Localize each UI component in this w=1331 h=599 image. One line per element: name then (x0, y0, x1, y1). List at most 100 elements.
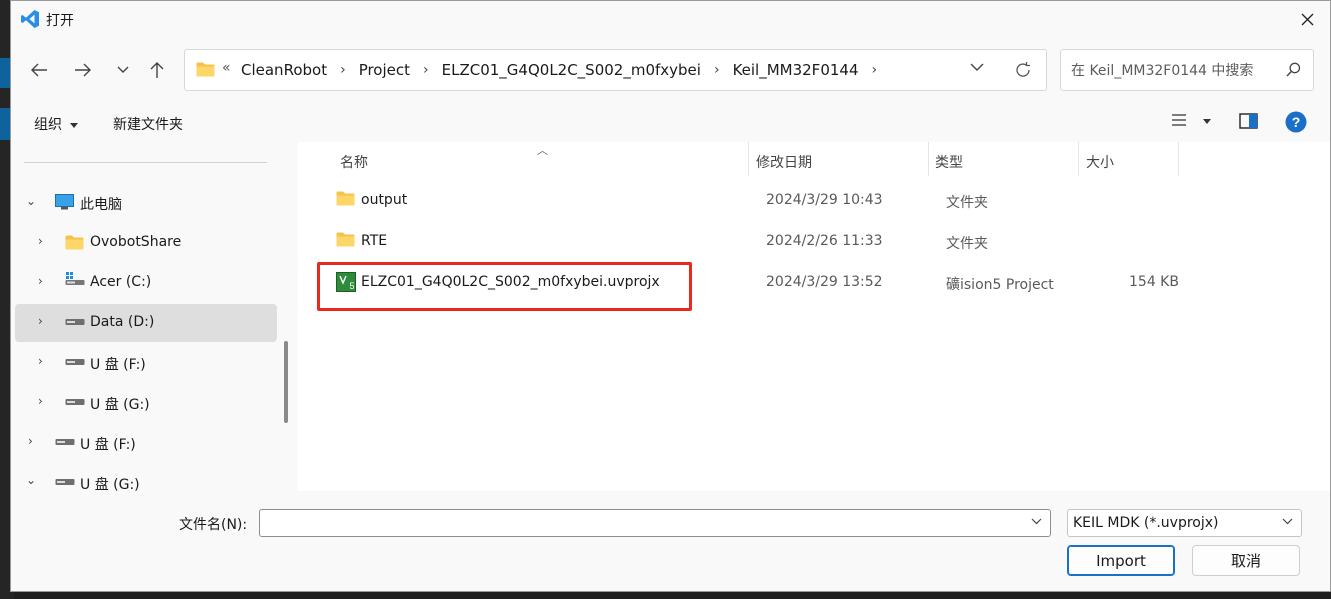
preview-pane-icon (1239, 113, 1258, 129)
breadcrumb-item[interactable]: CleanRobot (241, 61, 327, 79)
close-icon (1301, 13, 1313, 26)
svg-text:5: 5 (350, 281, 355, 291)
breadcrumb-chevron-icon[interactable]: › (872, 62, 878, 78)
file-type: 礦ision5 Project (946, 277, 1054, 293)
folder-icon (336, 191, 355, 206)
organize-menu[interactable]: 组织 (34, 114, 79, 134)
file-row-output[interactable]: output 2024/3/29 10:43 文件夹 (318, 182, 1188, 220)
file-name: RTE (361, 233, 388, 249)
usb-drive-icon (55, 479, 75, 485)
chevron-right-icon[interactable]: › (38, 274, 43, 288)
chevron-right-icon[interactable]: › (38, 314, 43, 328)
preview-pane-button[interactable] (1239, 113, 1258, 133)
file-name: ELZC01_G4Q0L2C_S002_m0fxybei.uvprojx (361, 274, 660, 290)
chevron-right-icon[interactable]: › (38, 394, 43, 408)
chevron-down-icon (117, 66, 129, 73)
chevron-down-icon[interactable] (1031, 518, 1042, 525)
file-type-filter[interactable]: KEIL MDK (*.uvprojx) (1067, 509, 1302, 537)
file-name: output (361, 192, 408, 208)
system-drive-icon (65, 272, 85, 285)
address-bar[interactable]: « CleanRobot › Project › ELZC01_G4Q0L2C_… (184, 49, 1047, 91)
nav-item-data-d[interactable]: › Data (D:) (15, 304, 277, 342)
usb-drive-icon (55, 439, 75, 445)
breadcrumb-item[interactable]: Keil_MM32F0144 (733, 61, 859, 79)
help-button[interactable]: ? (1285, 111, 1307, 137)
nav-label: U 盘 (G:) (80, 477, 140, 491)
nav-label: U 盘 (F:) (80, 437, 136, 453)
filename-input[interactable] (266, 514, 1020, 534)
chevron-down-icon (1282, 518, 1293, 525)
breadcrumb-chevron-icon[interactable]: › (340, 62, 346, 78)
arrow-up-icon (150, 62, 164, 78)
open-file-dialog: 打开 « CleanRobot › Project › ELZC01_G4Q0L… (10, 0, 1331, 592)
breadcrumb-chevron-icon[interactable]: › (714, 62, 720, 78)
filename-combobox[interactable] (259, 509, 1051, 537)
chevron-down-icon[interactable]: ⌄ (26, 473, 36, 487)
organize-label: 组织 (34, 117, 62, 133)
nav-label: Data (D:) (90, 314, 155, 330)
nav-item-root-usb-g[interactable]: ⌄ U 盘 (G:) (15, 464, 277, 491)
nav-label: OvobotShare (90, 234, 182, 250)
import-button[interactable]: Import (1067, 545, 1175, 576)
file-type: 文件夹 (946, 195, 988, 211)
cancel-button[interactable]: 取消 (1192, 545, 1300, 576)
nav-label: Acer (C:) (90, 274, 152, 290)
column-divider[interactable] (928, 142, 929, 176)
folder-icon (336, 232, 355, 247)
title-bar: 打开 (11, 1, 1330, 38)
search-box[interactable] (1060, 49, 1314, 91)
nav-scrollbar[interactable] (284, 341, 288, 423)
column-header-name[interactable]: 名称 (340, 152, 368, 172)
search-icon (1286, 62, 1301, 77)
chevron-down-icon[interactable]: ⌄ (26, 194, 36, 208)
column-header-size[interactable]: 大小 (1086, 152, 1114, 172)
nav-item-usb-g[interactable]: › U 盘 (G:) (15, 384, 277, 422)
drive-icon (65, 319, 85, 325)
view-options-button[interactable] (1171, 113, 1212, 131)
breadcrumb-item[interactable]: Project (359, 61, 410, 79)
nav-item-ovobotshare[interactable]: › OvobotShare (15, 224, 277, 262)
column-divider[interactable] (748, 142, 749, 176)
breadcrumb: CleanRobot › Project › ELZC01_G4Q0L2C_S0… (241, 61, 890, 79)
refresh-icon[interactable] (1014, 61, 1032, 79)
nav-item-acer-c[interactable]: › Acer (C:) (15, 264, 277, 302)
help-icon: ? (1285, 111, 1307, 133)
nav-item-this-pc[interactable]: ⌄ 此电脑 (15, 183, 277, 221)
nav-item-root-usb-f[interactable]: › U 盘 (F:) (15, 424, 277, 462)
file-row-rte[interactable]: RTE 2024/2/26 11:33 文件夹 (318, 223, 1188, 261)
up-button[interactable] (142, 55, 172, 85)
back-button[interactable] (24, 55, 54, 85)
new-folder-button[interactable]: 新建文件夹 (113, 114, 183, 134)
column-header-type[interactable]: 类型 (935, 152, 963, 172)
chevron-right-icon[interactable]: › (38, 234, 43, 248)
arrow-right-icon (75, 63, 91, 77)
breadcrumb-chevron-icon[interactable]: › (423, 62, 429, 78)
folder-icon (65, 235, 84, 250)
file-type: 文件夹 (946, 236, 988, 252)
file-type-filter-value: KEIL MDK (*.uvprojx) (1073, 515, 1219, 531)
column-divider[interactable] (1078, 142, 1079, 176)
close-button[interactable] (1284, 1, 1330, 38)
vscode-icon (21, 10, 39, 28)
usb-drive-icon (65, 359, 85, 365)
address-overflow[interactable]: « (222, 60, 231, 76)
nav-label: 此电脑 (80, 197, 122, 213)
usb-drive-icon (65, 399, 85, 405)
caret-down-icon (70, 122, 79, 128)
address-dropdown-icon[interactable] (970, 63, 984, 72)
search-input[interactable] (1069, 60, 1283, 82)
file-size: 154 KB (1129, 274, 1179, 290)
column-header-modified[interactable]: 修改日期 (756, 152, 812, 172)
file-modified: 2024/2/26 11:33 (766, 233, 883, 249)
recent-locations-button[interactable] (108, 55, 138, 85)
forward-button[interactable] (68, 55, 98, 85)
computer-icon (55, 194, 74, 210)
chevron-right-icon[interactable]: › (38, 354, 43, 368)
keil-project-icon: 5 (336, 272, 356, 292)
column-divider[interactable] (1178, 142, 1179, 176)
nav-item-usb-f[interactable]: › U 盘 (F:) (15, 344, 277, 382)
breadcrumb-item[interactable]: ELZC01_G4Q0L2C_S002_m0fxybei (442, 61, 701, 79)
chevron-right-icon[interactable]: › (28, 434, 33, 448)
svg-text:?: ? (1292, 114, 1301, 130)
file-row-uvprojx[interactable]: 5 ELZC01_G4Q0L2C_S002_m0fxybei.uvprojx 2… (318, 264, 1188, 302)
